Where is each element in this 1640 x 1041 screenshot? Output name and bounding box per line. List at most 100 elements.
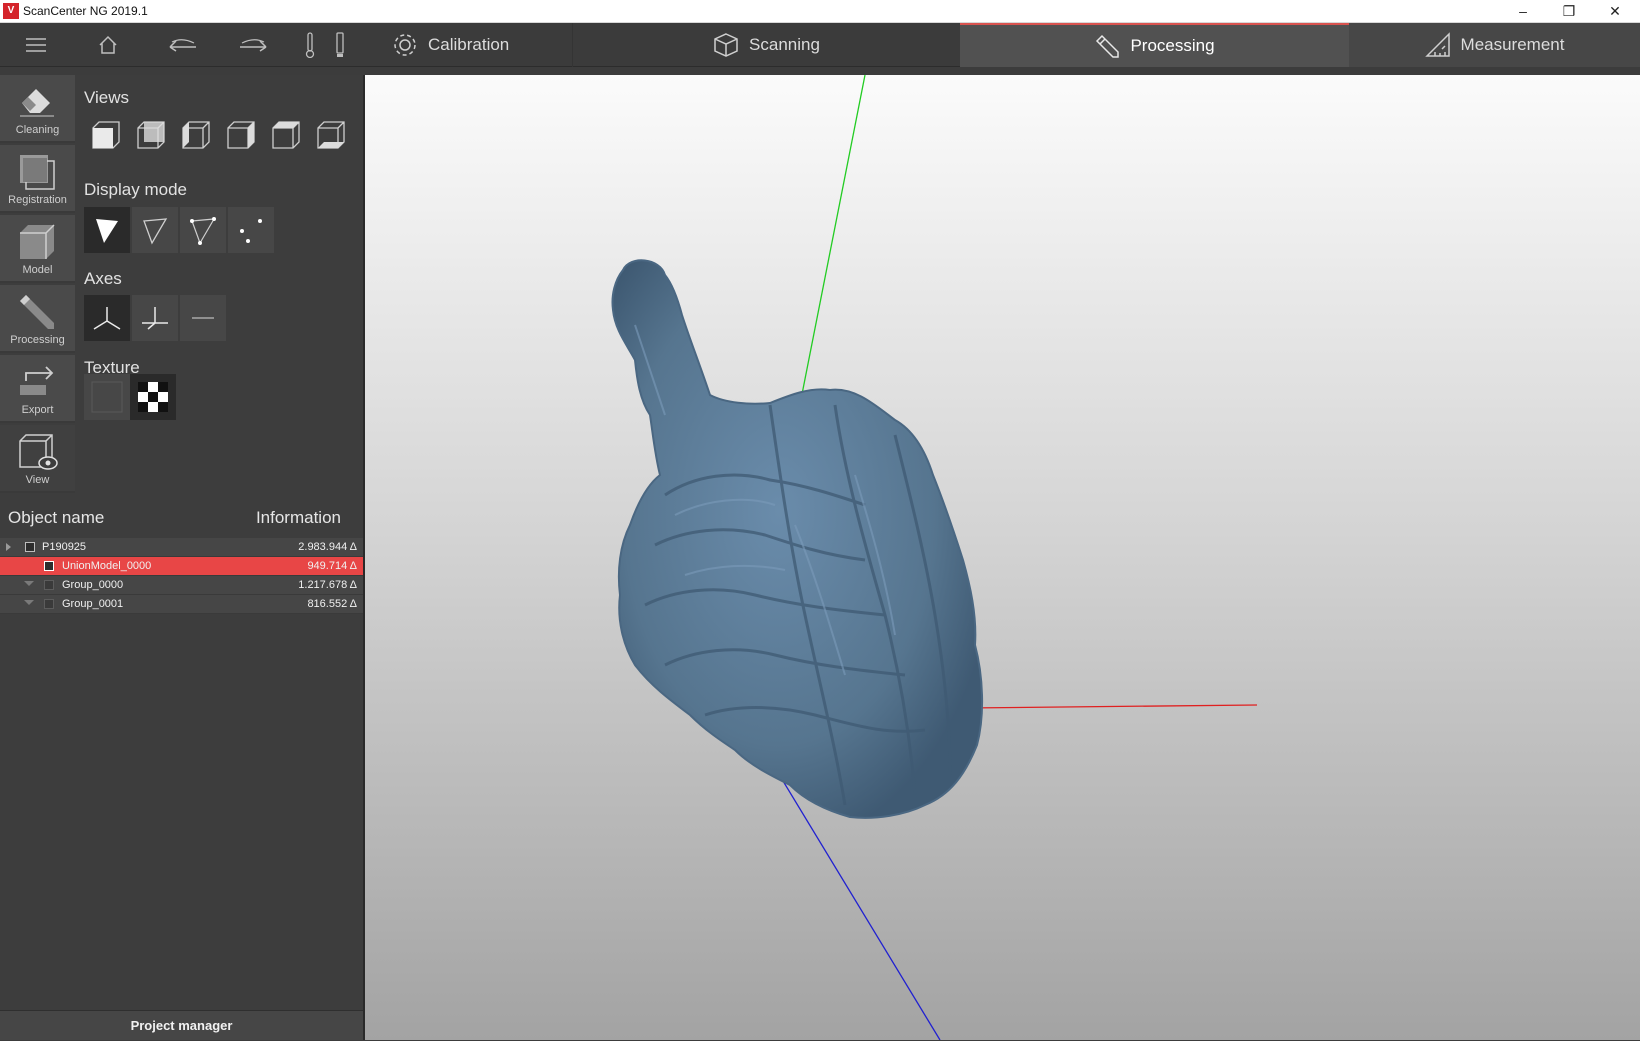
x-axis-line: [964, 704, 1258, 709]
information-header: Information: [255, 508, 341, 527]
object-name-header: Object name: [8, 508, 105, 527]
display-mode-solid-button[interactable]: [84, 207, 130, 253]
rail-processing[interactable]: Processing: [0, 285, 75, 353]
view-back-button[interactable]: [134, 118, 168, 152]
object-name: UnionModel_0000: [62, 560, 152, 572]
view-top-icon: [272, 121, 300, 149]
view-front-icon: [92, 121, 120, 149]
rail-model-label: Model: [22, 264, 53, 276]
view-top-button[interactable]: [269, 118, 303, 152]
eraser-icon: [20, 89, 54, 117]
pencil-icon: [20, 295, 54, 329]
object-info: 949.714 Δ: [307, 560, 357, 572]
triangle-ruler-icon: [1424, 32, 1450, 57]
view-bottom-icon: [317, 121, 345, 149]
view-front-button[interactable]: [89, 118, 123, 152]
rail-view-label: View: [25, 474, 50, 486]
redo-icon[interactable]: [232, 23, 276, 67]
expand-arrow-icon[interactable]: [6, 543, 11, 551]
options-panel: Views Display mode Axes Texture: [75, 75, 365, 495]
tab-measurement[interactable]: Measurement: [1349, 23, 1640, 67]
close-button[interactable]: ✕: [1592, 0, 1638, 23]
title-bar: V ScanCenter NG 2019.1 – ❐ ✕: [0, 0, 1640, 23]
wireframe-triangle-icon: [143, 218, 168, 245]
tab-processing-label: Processing: [1130, 36, 1215, 55]
display-mode-vertices-button[interactable]: [180, 207, 226, 253]
table-row[interactable]: UnionModel_0000 949.714 Δ: [0, 557, 363, 576]
axes-title: Axes: [84, 269, 122, 288]
minimize-button[interactable]: –: [1500, 0, 1546, 23]
collapse-arrow-icon[interactable]: [24, 581, 34, 586]
table-row[interactable]: Group_0000 1.217.678 Δ: [0, 576, 363, 595]
tab-measurement-label: Measurement: [1460, 35, 1565, 54]
app-logo-icon: V: [3, 3, 19, 19]
rail-processing-label: Processing: [10, 334, 65, 346]
vertex-triangle-icon: [190, 217, 216, 245]
model-icon: [20, 224, 55, 259]
view-back-icon: [137, 121, 165, 149]
tool-rail: Cleaning Registration Model Processing E…: [0, 75, 75, 495]
axes-off-button[interactable]: [180, 295, 226, 341]
window-title: ScanCenter NG 2019.1: [23, 4, 148, 18]
view-right-icon: [227, 121, 255, 149]
object-info: 816.552 Δ: [307, 598, 357, 610]
collapse-arrow-icon[interactable]: [24, 600, 34, 605]
rail-view[interactable]: View: [0, 425, 75, 493]
checker-texture-icon: [138, 382, 168, 412]
axes-2d-button[interactable]: [132, 295, 178, 341]
texture-on-button[interactable]: [130, 374, 176, 420]
undo-icon[interactable]: [160, 23, 204, 67]
object-panel: Object name Information P190925 2.983.94…: [0, 495, 365, 1040]
axes-line-icon: [192, 317, 214, 319]
axes-2d-icon: [142, 307, 168, 330]
solid-triangle-icon: [96, 219, 118, 243]
tab-processing[interactable]: Processing: [960, 23, 1349, 67]
home-icon[interactable]: [88, 23, 128, 67]
visibility-checkbox[interactable]: [44, 561, 54, 571]
indicator-icon[interactable]: [330, 23, 350, 67]
rail-cleaning[interactable]: Cleaning: [0, 75, 75, 143]
rail-export[interactable]: Export: [0, 355, 75, 423]
object-info: 1.217.678 Δ: [298, 579, 357, 591]
display-mode-title: Display mode: [84, 180, 187, 199]
scanned-3d-model[interactable]: [611, 259, 984, 819]
view-bottom-button[interactable]: [314, 118, 348, 152]
rail-registration[interactable]: Registration: [0, 145, 75, 213]
display-mode-wireframe-button[interactable]: [132, 207, 178, 253]
rail-cleaning-label: Cleaning: [15, 124, 60, 136]
object-info: 2.983.944 Δ: [298, 541, 357, 553]
table-row[interactable]: Group_0001 816.552 Δ: [0, 595, 363, 614]
view-left-icon: [182, 121, 210, 149]
tab-calibration[interactable]: Calibration: [392, 23, 572, 67]
view-right-button[interactable]: [224, 118, 258, 152]
tab-scanning-label: Scanning: [749, 35, 820, 54]
view-left-button[interactable]: [179, 118, 213, 152]
pencil-icon: [1096, 34, 1120, 58]
views-title: Views: [84, 88, 130, 107]
visibility-checkbox[interactable]: [44, 580, 54, 590]
points-icon: [240, 219, 262, 243]
axes-3d-button[interactable]: [84, 295, 130, 341]
tab-calibration-label: Calibration: [428, 35, 510, 54]
menu-icon[interactable]: [16, 23, 56, 67]
texture-off-button[interactable]: [84, 374, 130, 420]
tab-scanning[interactable]: Scanning: [572, 23, 960, 67]
display-mode-points-button[interactable]: [228, 207, 274, 253]
gear-icon: [394, 34, 416, 56]
visibility-checkbox[interactable]: [44, 599, 54, 609]
project-manager-button[interactable]: Project manager: [0, 1010, 363, 1040]
thermometer-icon[interactable]: [300, 23, 320, 67]
object-name: Group_0001: [62, 598, 124, 610]
rail-model[interactable]: Model: [0, 215, 75, 283]
3d-viewport[interactable]: [365, 75, 1640, 1040]
object-name: Group_0000: [62, 579, 124, 591]
object-list-header: Object name Information: [0, 495, 365, 533]
maximize-button[interactable]: ❐: [1546, 0, 1592, 23]
table-row[interactable]: P190925 2.983.944 Δ: [0, 538, 363, 557]
view-icon: [19, 434, 58, 470]
main-toolbar: Calibration Scanning Processing Measurem…: [0, 23, 1640, 67]
export-icon: [20, 366, 54, 395]
blank-texture-icon: [91, 381, 123, 413]
registration-icon: [20, 155, 55, 190]
visibility-checkbox[interactable]: [25, 542, 35, 552]
